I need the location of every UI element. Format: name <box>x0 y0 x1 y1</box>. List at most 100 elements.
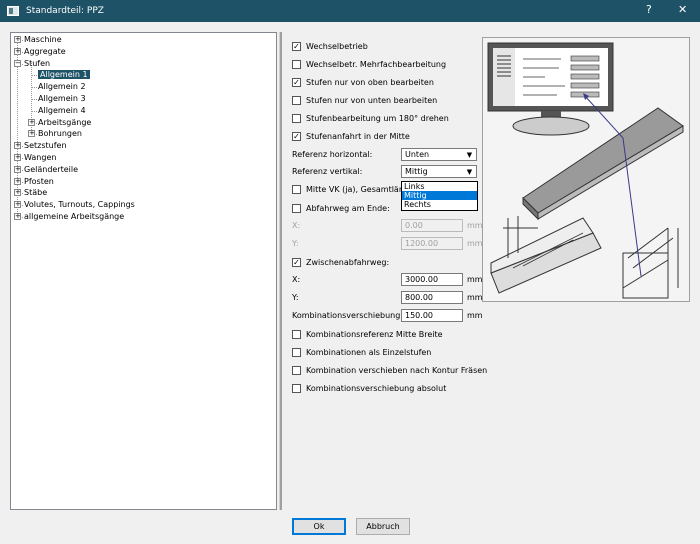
expand-toggle-icon[interactable]: + <box>14 165 21 173</box>
tree-item-volutes-turnouts-cappings[interactable]: Volutes, Turnouts, Cappings <box>24 199 135 211</box>
chevron-down-icon[interactable]: ▼ <box>465 168 474 176</box>
checkbox-box[interactable]: ✓ <box>292 77 301 87</box>
checkbox-box[interactable] <box>292 383 301 393</box>
checkbox-box[interactable] <box>292 59 301 69</box>
zw_x-input[interactable]: 3000.00 <box>401 273 463 286</box>
tree-item-label: Aggregate <box>24 46 66 56</box>
tree-item-allgemein-2[interactable]: Allgemein 2 <box>38 81 86 93</box>
tree-item-label: Setzstufen <box>24 141 67 151</box>
tree-item-label: Pfosten <box>24 176 54 186</box>
expand-toggle-icon[interactable]: + <box>14 201 21 209</box>
tree-item-label: Allgemein 2 <box>38 82 86 92</box>
ref-horizontal-select[interactable]: Unten ▼ <box>401 148 477 161</box>
tree-item-allgemein-3[interactable]: Allgemein 3 <box>38 93 86 105</box>
tree-item-st-be[interactable]: Stäbe <box>24 187 47 199</box>
chevron-down-icon[interactable]: ▼ <box>465 151 474 159</box>
expand-toggle-icon[interactable]: + <box>14 142 21 150</box>
window-title: Standardteil: PPZ <box>26 6 104 16</box>
help-button[interactable]: ? <box>646 3 652 16</box>
expand-toggle-icon[interactable]: + <box>14 213 21 220</box>
tree-item-gel-nderteile[interactable]: Geländerteile <box>24 164 78 176</box>
expand-toggle-icon[interactable]: + <box>14 36 21 43</box>
checkbox-box[interactable] <box>292 184 301 194</box>
tree-item-allgemein-1[interactable]: Allgemein 1 <box>38 69 90 81</box>
tree-item-setzstufen[interactable]: Setzstufen <box>24 140 67 152</box>
expand-toggle-icon[interactable]: + <box>14 47 21 55</box>
checkbox-box[interactable] <box>292 95 301 105</box>
abf_x-label: X: <box>292 221 301 230</box>
checkbox-abfahrweg[interactable]: Abfahrweg am Ende: <box>292 202 390 214</box>
checkbox-mitte[interactable]: ✓ Stufenanfahrt in der Mitte <box>292 130 410 142</box>
tree-item-allgemein-4[interactable]: Allgemein 4 <box>38 105 86 117</box>
abf_y-input[interactable]: 1200.00 <box>401 237 463 250</box>
ref-vertical-select[interactable]: Mittig ▼ <box>401 165 477 178</box>
checkbox-komb_ref[interactable]: Kombinationsreferenz Mitte Breite <box>292 328 443 340</box>
checkbox-oben[interactable]: ✓ Stufen nur von oben bearbeiten <box>292 76 434 88</box>
checkbox-box[interactable]: ✓ <box>292 41 301 51</box>
checkbox-box[interactable] <box>292 347 301 357</box>
tree-item-maschine[interactable]: Maschine <box>24 34 62 46</box>
checkbox-drehen[interactable]: Stufenbearbeitung um 180° drehen <box>292 112 449 124</box>
machine-illustration <box>487 42 684 299</box>
checkbox-label: Stufenbearbeitung um 180° drehen <box>306 113 449 123</box>
checkbox-label: Wechselbetr. Mehrfachbearbeitung <box>306 59 447 69</box>
dropdown-option[interactable]: Links <box>402 182 477 191</box>
checkbox-box[interactable]: ✓ <box>292 257 301 267</box>
tree-item-label: Stufen <box>24 58 51 68</box>
checkbox-komb_kontur[interactable]: Kombination verschieben nach Kontur Fräs… <box>292 364 487 376</box>
checkbox-box[interactable] <box>292 365 301 375</box>
selected-value: Mittig <box>405 167 428 176</box>
tree-item-wangen[interactable]: Wangen <box>24 152 56 164</box>
tree-item-arbeitsg-nge[interactable]: Arbeitsgänge <box>38 117 91 129</box>
checkbox-box[interactable] <box>292 113 301 123</box>
checkbox-unten[interactable]: Stufen nur von unten bearbeiten <box>292 94 437 106</box>
tree-item-label: allgemeine Arbeitsgänge <box>24 212 125 221</box>
checkbox-wechselbetrieb[interactable]: ✓ Wechselbetrieb <box>292 40 368 52</box>
abf_x-input[interactable]: 0.00 <box>401 219 463 232</box>
tree-item-pfosten[interactable]: Pfosten <box>24 176 54 188</box>
tree-item-bohrungen[interactable]: Bohrungen <box>38 128 82 140</box>
expand-toggle-icon[interactable]: + <box>14 177 21 185</box>
checkbox-mehrfach[interactable]: Wechselbetr. Mehrfachbearbeitung <box>292 58 446 70</box>
tree-item-label: Allgemein 1 <box>38 70 90 80</box>
expand-toggle-icon[interactable]: − <box>14 59 21 67</box>
title-bar: Standardteil: PPZ ? ✕ <box>0 0 700 22</box>
expand-toggle-icon[interactable]: + <box>14 189 21 197</box>
expand-toggle-icon[interactable]: + <box>28 130 35 138</box>
checkbox-label: Stufen nur von oben bearbeiten <box>306 77 434 87</box>
checkbox-komb_abs[interactable]: Kombinationsverschiebung absolut <box>292 382 446 394</box>
cancel-button[interactable]: Abbruch <box>356 518 410 535</box>
tree-item-allgemeine-arbeitsg-nge[interactable]: allgemeine Arbeitsgänge <box>24 211 124 223</box>
tree-item-aggregate[interactable]: Aggregate <box>24 46 66 58</box>
tree-item-stufen[interactable]: Stufen <box>24 58 50 70</box>
tree-item-label: Maschine <box>24 35 62 44</box>
tree-item-label: Wangen <box>24 153 57 162</box>
checkbox-box[interactable] <box>292 203 301 213</box>
checkbox-label: Zwischenabfahrweg: <box>306 257 390 267</box>
settings-tree[interactable]: + Maschine + Aggregate − Stufen Allgemein 1 All… <box>10 32 277 510</box>
checkbox-box[interactable]: ✓ <box>292 131 301 141</box>
unit-label: mm <box>467 293 483 302</box>
komb-label: Kombinationsverschiebung: <box>292 311 404 320</box>
unit-label: mm <box>467 221 483 230</box>
dropdown-option[interactable]: Rechts <box>402 200 477 209</box>
zw_y-label: Y: <box>292 293 299 302</box>
button-bar <box>0 510 700 544</box>
checkbox-mitte_vk[interactable]: Mitte VK (ja), Gesamtlänge <box>292 183 414 195</box>
dropdown-option[interactable]: Mittig <box>402 191 477 200</box>
komb-input[interactable]: 150.00 <box>401 309 463 322</box>
splitter[interactable] <box>279 32 282 510</box>
checkbox-box[interactable] <box>292 329 301 339</box>
ref-vertical-dropdown[interactable]: Links Mittig Rechts <box>401 181 478 211</box>
expand-toggle-icon[interactable]: + <box>28 118 35 126</box>
expand-toggle-icon[interactable]: + <box>14 154 21 161</box>
checkbox-label: Kombination verschieben nach Kontur Fräs… <box>306 365 488 375</box>
checkbox-komb_einzel[interactable]: Kombinationen als Einzelstufen <box>292 346 431 358</box>
close-button[interactable]: ✕ <box>678 3 687 16</box>
abf_y-label: Y: <box>292 239 299 248</box>
checkbox-zwischen[interactable]: ✓ Zwischenabfahrweg: <box>292 256 389 268</box>
unit-label: mm <box>467 239 483 248</box>
zw_y-input[interactable]: 800.00 <box>401 291 463 304</box>
ok-button[interactable]: Ok <box>292 518 346 535</box>
checkbox-label: Mitte VK (ja), Gesamtlänge <box>306 184 414 194</box>
